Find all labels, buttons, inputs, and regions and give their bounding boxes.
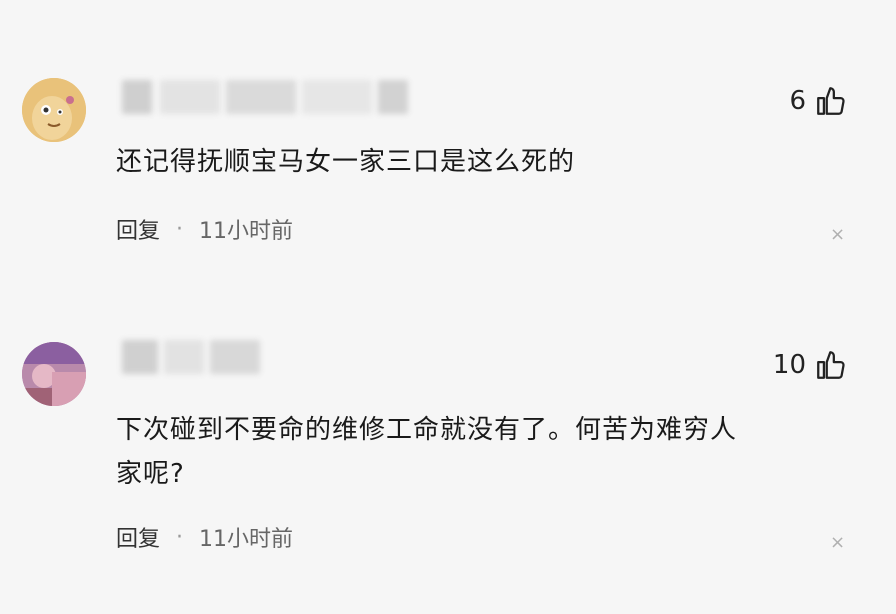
like-button[interactable]: 10 [773, 348, 848, 382]
reply-button[interactable]: 回复 [116, 521, 160, 553]
timestamp: 11小时前 [199, 527, 294, 552]
thumbs-up-icon [817, 351, 845, 379]
comment-text: 下次碰到不要命的维修工命就没有了。何苦为难穷人 家呢? [116, 408, 836, 496]
comment-meta: 回复 · 11小时前 [116, 521, 294, 553]
avatar-photo-icon [22, 342, 86, 406]
separator: · [176, 524, 184, 550]
comment-item: 10 下次碰到不要命的维修工命就没有了。何苦为难穷人 家呢? 回复 · 11小时… [0, 0, 896, 614]
close-icon[interactable]: × [830, 534, 845, 552]
avatar[interactable] [22, 342, 86, 406]
comment-text-line: 下次碰到不要命的维修工命就没有了。何苦为难穷人 [116, 415, 738, 445]
comment-text-line: 家呢? [116, 459, 185, 489]
username-blurred[interactable] [116, 340, 276, 374]
like-count: 10 [772, 350, 806, 380]
